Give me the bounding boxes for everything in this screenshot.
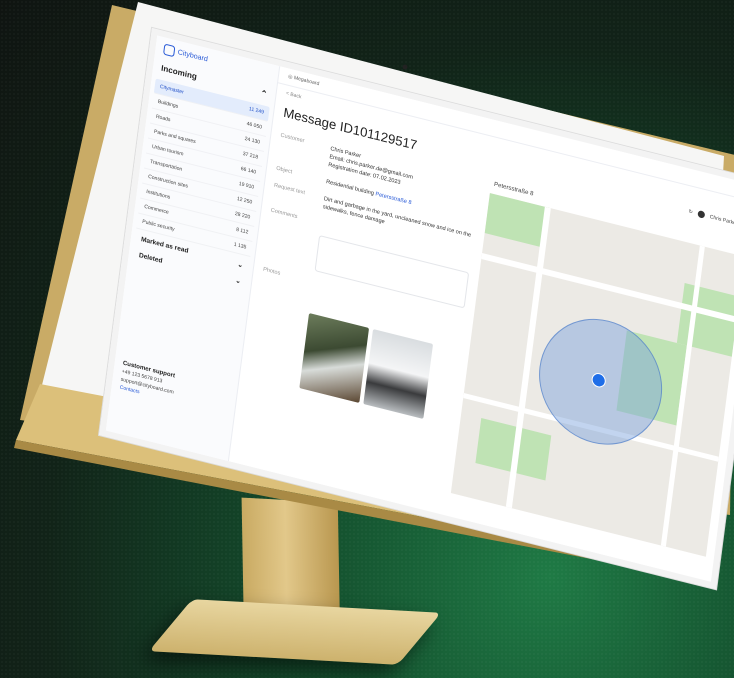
chevron-up-icon: ⌃ [259, 88, 268, 99]
breadcrumb[interactable]: Megaboard [294, 75, 320, 87]
sidebar-item-count: 8 112 [235, 226, 249, 236]
sidebar-item-count: 66 140 [240, 165, 257, 176]
avatar [697, 210, 706, 219]
sidebar-item-count: 19 910 [238, 180, 255, 191]
sidebar-item-label: Citymaster [159, 83, 185, 96]
detail-label: Customer [280, 132, 305, 145]
refresh-icon[interactable]: ↻ [688, 208, 693, 215]
customer-support: Customer support +49 123 5678 913 suppor… [119, 360, 176, 405]
detail-label: Request text [273, 182, 306, 197]
sidebar-item-count: 1 135 [233, 241, 247, 251]
logo-text: Cityboard [177, 49, 209, 64]
sidebar-item-label: Roads [155, 113, 171, 124]
sidebar-item-label: Buildings [157, 98, 179, 110]
user-menu[interactable]: ↻ Chris Parker ⌄ [688, 208, 734, 230]
sidebar-item-count: 37 218 [242, 150, 259, 161]
comments-field[interactable] [314, 235, 470, 309]
incoming-title: Incoming [160, 63, 198, 82]
sidebar-item-count: 12 250 [236, 195, 253, 206]
object-address-link[interactable]: Petersstraße 8 [375, 191, 412, 206]
camera-icon [402, 64, 408, 70]
sidebar-item-count: 46 050 [246, 120, 263, 131]
app-logo[interactable]: Cityboard [163, 43, 209, 66]
photo-thumbnail[interactable] [363, 329, 434, 419]
category-list: Citymaster 11 249 Buildings 46 050 Roads 24… [132, 78, 270, 290]
detail-label: Comments [270, 207, 298, 221]
user-name: Chris Parker [709, 213, 734, 227]
photo-thumbnail[interactable] [299, 313, 370, 403]
sidebar-item-label: Institutions [145, 188, 171, 201]
message-details: Customer Chris Parker Email: chris.parker… [262, 133, 481, 332]
location-map[interactable] [450, 193, 734, 557]
detail-label: Object [275, 165, 293, 176]
object-type: Residential building [325, 179, 376, 198]
chevron-down-icon: ⌄ [236, 261, 244, 270]
detail-label: Photos [262, 266, 281, 277]
back-link[interactable]: < Back [286, 91, 302, 101]
sidebar-item-label: Commerce [143, 203, 170, 216]
sidebar-section-label: Deleted [138, 252, 163, 265]
chevron-down-icon: ⌄ [234, 277, 242, 286]
sidebar-item-count: 28 220 [234, 210, 251, 221]
sidebar-item-count: 11 249 [248, 106, 265, 116]
logo-icon [163, 43, 176, 58]
sidebar-item-count: 24 130 [244, 135, 261, 146]
